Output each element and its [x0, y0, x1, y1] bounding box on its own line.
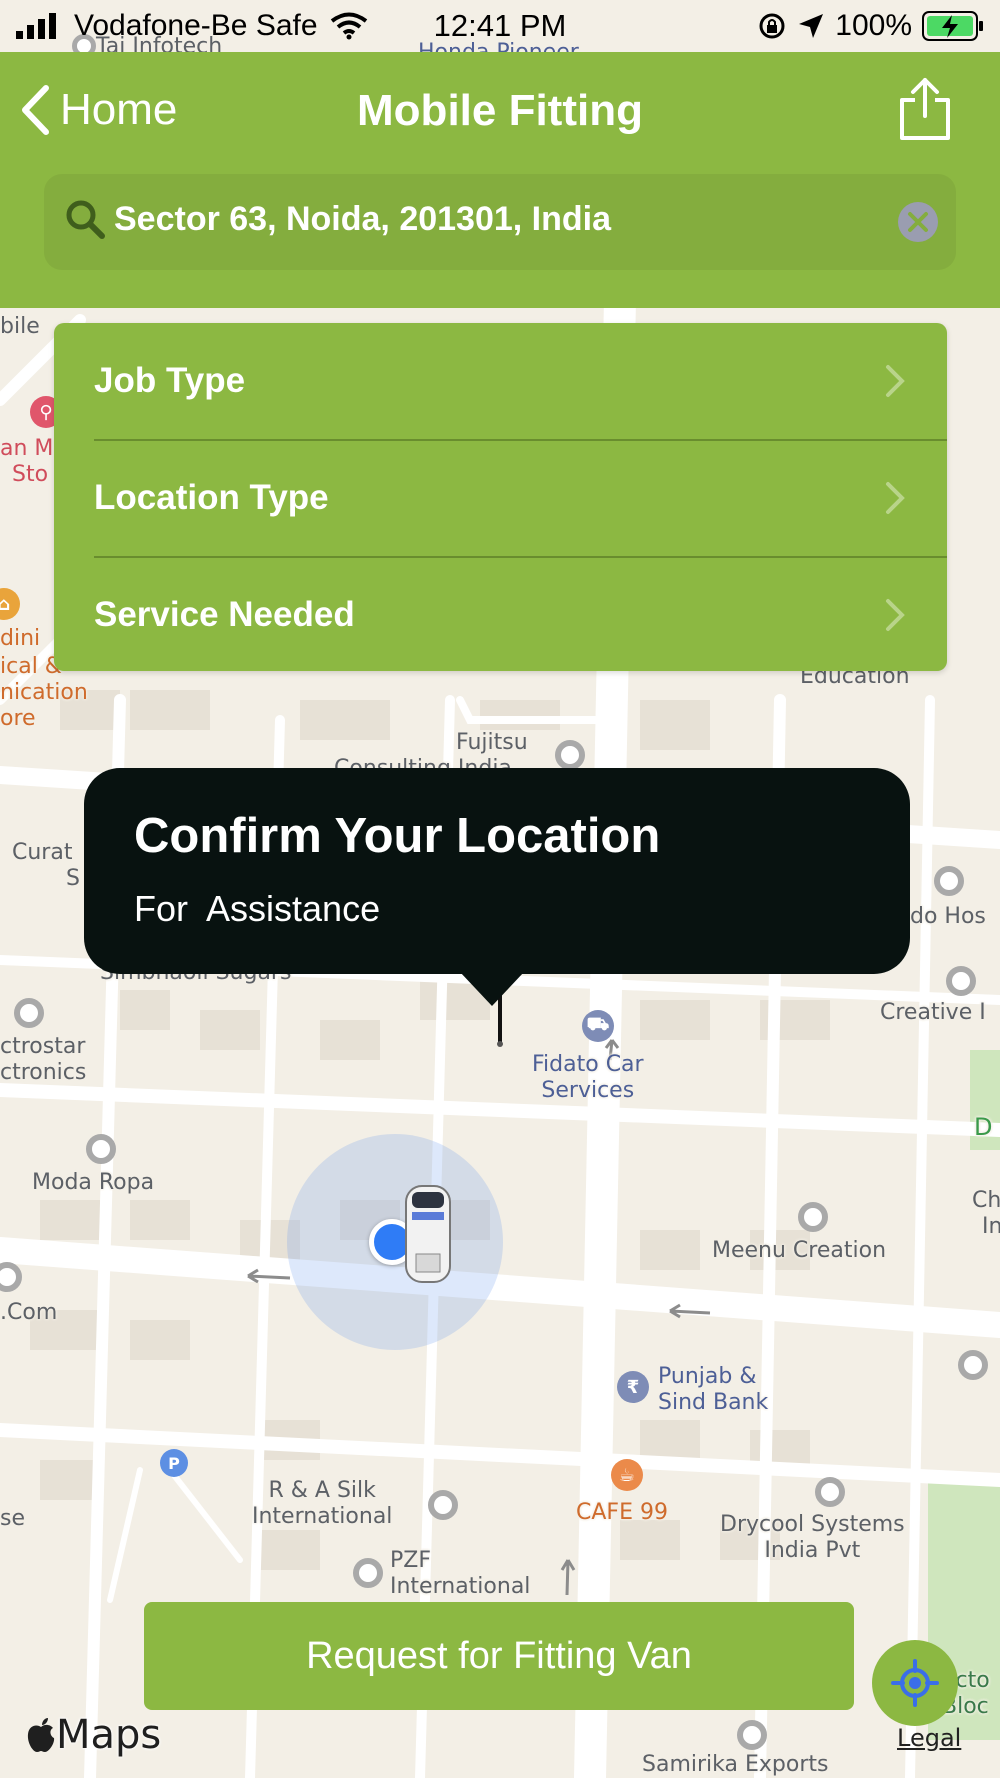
page-title: Mobile Fitting	[357, 86, 643, 135]
options-card: Job Type Location Type Service Needed	[54, 323, 947, 671]
job-type-row[interactable]: Job Type	[54, 323, 947, 439]
option-label: Job Type	[94, 361, 246, 400]
map-label: ical &	[0, 654, 62, 679]
crosshair-locate-icon	[891, 1659, 939, 1707]
carrier-name: Vodafone-Be Safe	[74, 9, 318, 42]
poi-car-service-icon[interactable]: ⛟	[582, 1010, 614, 1042]
map-label: ore	[0, 706, 36, 731]
map-label: an M	[0, 436, 54, 461]
map-label: .Com	[0, 1300, 58, 1325]
share-icon[interactable]	[896, 76, 954, 142]
orientation-lock-icon	[759, 13, 785, 39]
poi-marker[interactable]	[798, 1202, 828, 1232]
map-label: Fidato Car Services	[532, 1052, 644, 1103]
poi-marker[interactable]	[353, 1558, 383, 1588]
poi-marker[interactable]	[946, 966, 976, 996]
request-fitting-van-button[interactable]: Request for Fitting Van	[144, 1602, 854, 1710]
status-bar: Vodafone-Be Safe 12:41 PM 100%	[0, 0, 1000, 52]
map-label: Sto	[12, 462, 49, 487]
map-label: In	[982, 1214, 1000, 1239]
service-needed-row[interactable]: Service Needed	[54, 557, 947, 671]
chevron-right-icon	[886, 482, 905, 514]
poi-marker[interactable]	[86, 1134, 116, 1164]
poi-cafe-icon[interactable]: ☕	[611, 1459, 643, 1491]
apple-logo-icon	[27, 1718, 55, 1752]
map-label: Moda Ropa	[32, 1170, 155, 1195]
location-arrow-icon	[799, 14, 824, 38]
poi-marker[interactable]	[958, 1350, 988, 1380]
map-label: Drycool Systems India Pvt	[720, 1512, 905, 1563]
locate-me-button[interactable]	[872, 1640, 958, 1726]
map-label: ctronics	[0, 1060, 87, 1085]
poi-bank-icon[interactable]: ₹	[617, 1371, 649, 1403]
signal-bars-icon	[16, 13, 56, 39]
map-label: Fujitsu	[456, 730, 528, 755]
map-label: Ch	[972, 1188, 1000, 1213]
fitting-van-icon	[405, 1185, 451, 1283]
map-label: se	[0, 1506, 25, 1531]
map-label: R & A Silk International	[252, 1478, 393, 1529]
battery-percent: 100%	[835, 9, 912, 42]
clear-icon[interactable]	[896, 200, 940, 244]
search-bar[interactable]: Sector 63, Noida, 201301, India	[44, 174, 956, 270]
map-label: Punjab & Sind Bank	[658, 1364, 769, 1415]
map-label: D	[974, 1113, 993, 1141]
map-label: Creative I	[880, 1000, 986, 1025]
nav-bar: Home Mobile Fitting	[0, 52, 1000, 172]
poi-marker[interactable]	[14, 998, 44, 1028]
map-label: CAFE 99	[576, 1500, 668, 1525]
search-input[interactable]: Sector 63, Noida, 201301, India	[114, 200, 611, 239]
battery-charging-icon	[922, 11, 983, 41]
chevron-right-icon	[886, 599, 905, 631]
confirm-location-callout[interactable]: Confirm Your Location For Assistance	[84, 768, 910, 974]
map-label: nication	[0, 680, 88, 705]
callout-title: Confirm Your Location	[134, 809, 661, 863]
search-icon	[66, 200, 105, 239]
location-type-row[interactable]: Location Type	[54, 440, 947, 556]
map-label: do Hos	[910, 904, 986, 929]
map-label: S	[66, 866, 80, 891]
maps-label: Maps	[56, 1712, 162, 1758]
poi-marker[interactable]	[428, 1490, 458, 1520]
wifi-icon	[330, 12, 367, 40]
poi-marker[interactable]	[934, 866, 964, 896]
option-label: Service Needed	[94, 595, 355, 634]
callout-subtitle: For Assistance	[134, 888, 381, 929]
request-button-label: Request for Fitting Van	[306, 1634, 692, 1677]
map-label: PZF International	[390, 1548, 531, 1599]
map-label: dini	[0, 626, 41, 651]
map-label: Meenu Creation	[712, 1238, 887, 1263]
map-label: ctrostar	[0, 1034, 86, 1059]
legal-link[interactable]: Legal	[897, 1724, 961, 1752]
poi-marker[interactable]	[815, 1477, 845, 1507]
option-label: Location Type	[94, 478, 329, 517]
map-label: bile	[0, 314, 40, 339]
map-label: Samirika Exports	[642, 1752, 829, 1777]
map-label: Curat	[12, 840, 73, 865]
poi-marker[interactable]	[737, 1720, 767, 1750]
chevron-right-icon	[886, 365, 905, 397]
poi-parking-icon[interactable]: P	[160, 1449, 188, 1477]
poi-marker[interactable]	[555, 740, 585, 770]
maps-logo: Maps	[26, 1710, 161, 1760]
app-header: Home Mobile Fitting Sector 63, Noida, 20…	[0, 52, 1000, 308]
callout-tail	[460, 972, 524, 1006]
